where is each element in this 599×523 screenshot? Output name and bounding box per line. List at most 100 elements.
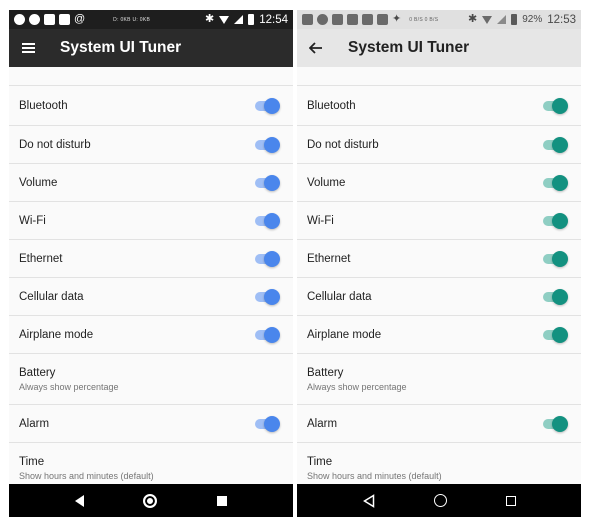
- at-sign-icon: @: [74, 14, 86, 25]
- setting-wifi[interactable]: Wi-Fi: [297, 202, 581, 240]
- network-speed: D: 0KB U: 0KB: [113, 16, 151, 23]
- setting-title: Bluetooth: [19, 99, 68, 112]
- ethernet-toggle[interactable]: [543, 250, 568, 267]
- navigation-bar: [297, 484, 581, 517]
- wifi-toggle[interactable]: [255, 212, 280, 229]
- setting-title: Battery: [307, 367, 344, 379]
- setting-airplane-mode[interactable]: Airplane mode: [9, 316, 293, 354]
- cellular-data-toggle[interactable]: [255, 288, 280, 305]
- home-icon[interactable]: [143, 493, 158, 508]
- bluetooth-toggle[interactable]: [255, 97, 280, 114]
- alarm-toggle[interactable]: [543, 415, 568, 432]
- list-divider-top: [9, 67, 293, 86]
- app-notification-icon: [29, 14, 40, 25]
- volume-toggle[interactable]: [543, 174, 568, 191]
- setting-volume[interactable]: Volume: [297, 164, 581, 202]
- setting-subtitle: Always show percentage: [307, 382, 407, 392]
- setting-ethernet[interactable]: Ethernet: [9, 240, 293, 278]
- list-divider-top: [297, 67, 581, 86]
- app-notification-icon: [302, 14, 313, 25]
- image-icon: [377, 14, 388, 25]
- recents-icon[interactable]: [217, 495, 228, 506]
- twitter-icon: ✦: [392, 14, 402, 25]
- bluetooth-toggle[interactable]: [543, 97, 568, 114]
- media-icon: [347, 14, 358, 25]
- app-bar: System UI Tuner: [297, 29, 581, 67]
- setting-volume[interactable]: Volume: [9, 164, 293, 202]
- settings-list: Bluetooth Do not disturb Volume Wi-Fi Et…: [9, 67, 293, 494]
- setting-title: Do not disturb: [307, 138, 379, 151]
- navigation-bar: [9, 484, 293, 517]
- app-notification-icon: [317, 14, 328, 25]
- maps-icon: [14, 14, 25, 25]
- phone-icon: [362, 14, 373, 25]
- airplane-mode-toggle[interactable]: [543, 326, 568, 343]
- setting-do-not-disturb[interactable]: Do not disturb: [9, 126, 293, 164]
- airplane-mode-toggle[interactable]: [255, 326, 280, 343]
- setting-title: Ethernet: [19, 252, 63, 265]
- back-icon[interactable]: [74, 494, 84, 507]
- setting-title: Bluetooth: [307, 99, 356, 112]
- setting-cellular-data[interactable]: Cellular data: [297, 278, 581, 316]
- do-not-disturb-toggle[interactable]: [255, 136, 280, 153]
- alarm-toggle[interactable]: [255, 415, 280, 432]
- home-icon[interactable]: [433, 494, 447, 507]
- hamburger-icon[interactable]: [11, 31, 45, 65]
- wifi-toggle[interactable]: [543, 212, 568, 229]
- setting-title: Volume: [19, 176, 58, 189]
- setting-alarm[interactable]: Alarm: [9, 405, 293, 443]
- right-phone-screen: ✦ 0 B/S 0 B/S ✱ 92% 12:53 System UI Tune…: [297, 10, 581, 517]
- page-title: System UI Tuner: [348, 39, 470, 56]
- cell-signal-icon: [497, 15, 507, 24]
- status-bar: ✦ 0 B/S 0 B/S ✱ 92% 12:53: [297, 10, 581, 29]
- setting-title: Time: [19, 456, 45, 468]
- battery-icon: [511, 14, 518, 25]
- page-title: System UI Tuner: [60, 39, 182, 56]
- setting-cellular-data[interactable]: Cellular data: [9, 278, 293, 316]
- app-bar: System UI Tuner: [9, 29, 293, 67]
- setting-title: Alarm: [307, 417, 338, 430]
- setting-title: Battery: [19, 367, 56, 379]
- bluetooth-icon: ✱: [467, 13, 478, 25]
- ethernet-toggle[interactable]: [255, 250, 280, 267]
- setting-ethernet[interactable]: Ethernet: [297, 240, 581, 278]
- setting-subtitle: Show hours and minutes (default): [19, 471, 154, 481]
- setting-battery[interactable]: Battery Always show percentage: [297, 354, 581, 405]
- wifi-icon: [482, 15, 493, 24]
- gallery-icon: [44, 14, 55, 25]
- setting-bluetooth[interactable]: Bluetooth: [9, 86, 293, 126]
- setting-title: Wi-Fi: [307, 214, 334, 227]
- setting-title: Time: [307, 456, 333, 468]
- setting-title: Ethernet: [307, 252, 351, 265]
- bluetooth-icon: ✱: [205, 13, 215, 25]
- battery-icon: [248, 14, 255, 25]
- left-phone-screen: @ D: 0KB U: 0KB ✱ 12:54 System UI Tuner …: [9, 10, 293, 517]
- setting-title: Volume: [307, 176, 346, 189]
- volume-toggle[interactable]: [255, 174, 280, 191]
- gallery-icon: [332, 14, 343, 25]
- clock: 12:54: [259, 13, 288, 26]
- recents-icon[interactable]: [505, 495, 516, 506]
- arrow-back-icon[interactable]: [299, 31, 333, 65]
- setting-airplane-mode[interactable]: Airplane mode: [297, 316, 581, 354]
- setting-subtitle: Show hours and minutes (default): [307, 471, 442, 481]
- clock: 12:53: [547, 13, 576, 26]
- network-speed: 0 B/S 0 B/S: [409, 16, 439, 23]
- back-icon[interactable]: [362, 493, 375, 508]
- cellular-data-toggle[interactable]: [543, 288, 568, 305]
- setting-title: Airplane mode: [19, 328, 94, 341]
- setting-title: Cellular data: [307, 290, 372, 303]
- setting-bluetooth[interactable]: Bluetooth: [297, 86, 581, 126]
- do-not-disturb-toggle[interactable]: [543, 136, 568, 153]
- setting-title: Airplane mode: [307, 328, 382, 341]
- setting-title: Alarm: [19, 417, 50, 430]
- setting-do-not-disturb[interactable]: Do not disturb: [297, 126, 581, 164]
- setting-title: Cellular data: [19, 290, 84, 303]
- status-bar: @ D: 0KB U: 0KB ✱ 12:54: [9, 10, 293, 29]
- setting-alarm[interactable]: Alarm: [297, 405, 581, 443]
- media-icon: [59, 14, 70, 25]
- setting-title: Do not disturb: [19, 138, 91, 151]
- cell-signal-icon: [234, 15, 244, 24]
- setting-battery[interactable]: Battery Always show percentage: [9, 354, 293, 405]
- setting-wifi[interactable]: Wi-Fi: [9, 202, 293, 240]
